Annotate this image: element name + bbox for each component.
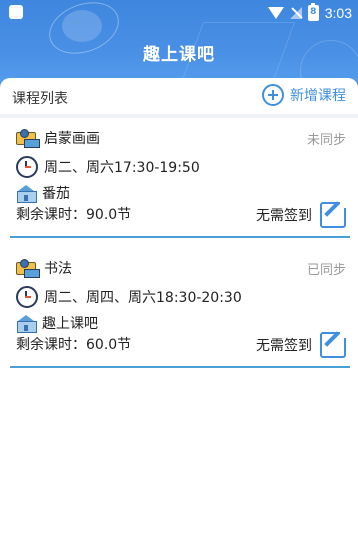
add-circle-icon (262, 84, 284, 106)
card-divider (10, 366, 350, 368)
course-card[interactable]: 书法 已同步 周二、周四、周六18:30-20:30 趣上课吧 剩余课时：60.… (10, 250, 350, 368)
battery-level: 8 (310, 7, 317, 17)
course-name: 启蒙画画 (44, 131, 100, 147)
add-course-button[interactable]: 新增课程 (262, 84, 346, 106)
add-course-label: 新增课程 (290, 88, 346, 104)
course-list-panel: 课程列表 新增课程 启蒙画画 未同步 周二、周六17:30-19:50 番茄 剩… (0, 78, 358, 557)
course-card[interactable]: 启蒙画画 未同步 周二、周六17:30-19:50 番茄 剩余课时：90.0节 … (10, 120, 350, 238)
course-school: 番茄 (42, 186, 70, 202)
page-title: 趣上课吧 (143, 45, 215, 65)
school-icon (16, 314, 37, 333)
wifi-icon (267, 7, 284, 19)
edit-icon[interactable] (320, 200, 348, 228)
school-row: 番茄 (16, 183, 70, 203)
schedule-row: 周二、周四、周六18:30-20:30 (16, 286, 242, 308)
course-name-row: 书法 (16, 258, 72, 278)
course-name: 书法 (44, 261, 72, 277)
edit-icon[interactable] (320, 330, 348, 358)
course-schedule: 周二、周六17:30-19:50 (44, 160, 200, 176)
schedule-row: 周二、周六17:30-19:50 (16, 156, 200, 178)
remaining-hours: 剩余课时：60.0节 (16, 337, 132, 353)
sign-in-label: 无需签到 (256, 338, 312, 354)
status-bar: 8 3:03 (0, 0, 358, 26)
course-schedule: 周二、周四、周六18:30-20:30 (44, 290, 242, 306)
course-school: 趣上课吧 (42, 316, 98, 332)
no-signal-icon (289, 7, 302, 19)
sign-in-button[interactable]: 无需签到 (256, 200, 348, 228)
teacher-icon (16, 129, 40, 148)
card-divider (10, 236, 350, 238)
divider (0, 114, 358, 118)
clock-icon (16, 286, 38, 308)
sign-in-button[interactable]: 无需签到 (256, 330, 348, 358)
list-header: 课程列表 新增课程 (0, 78, 358, 114)
teacher-icon (16, 259, 40, 278)
sign-in-label: 无需签到 (256, 208, 312, 224)
list-title: 课程列表 (12, 91, 68, 107)
course-name-row: 启蒙画画 (16, 128, 100, 148)
sync-status: 已同步 (306, 263, 346, 278)
remaining-hours: 剩余课时：90.0节 (16, 207, 132, 223)
status-time: 3:03 (324, 5, 352, 21)
battery-icon: 8 (307, 3, 319, 21)
clock-icon (16, 156, 38, 178)
notification-icon (9, 5, 23, 19)
sync-status: 未同步 (306, 133, 346, 148)
school-row: 趣上课吧 (16, 313, 98, 333)
status-right: 8 3:03 (267, 3, 352, 23)
school-icon (16, 184, 37, 203)
